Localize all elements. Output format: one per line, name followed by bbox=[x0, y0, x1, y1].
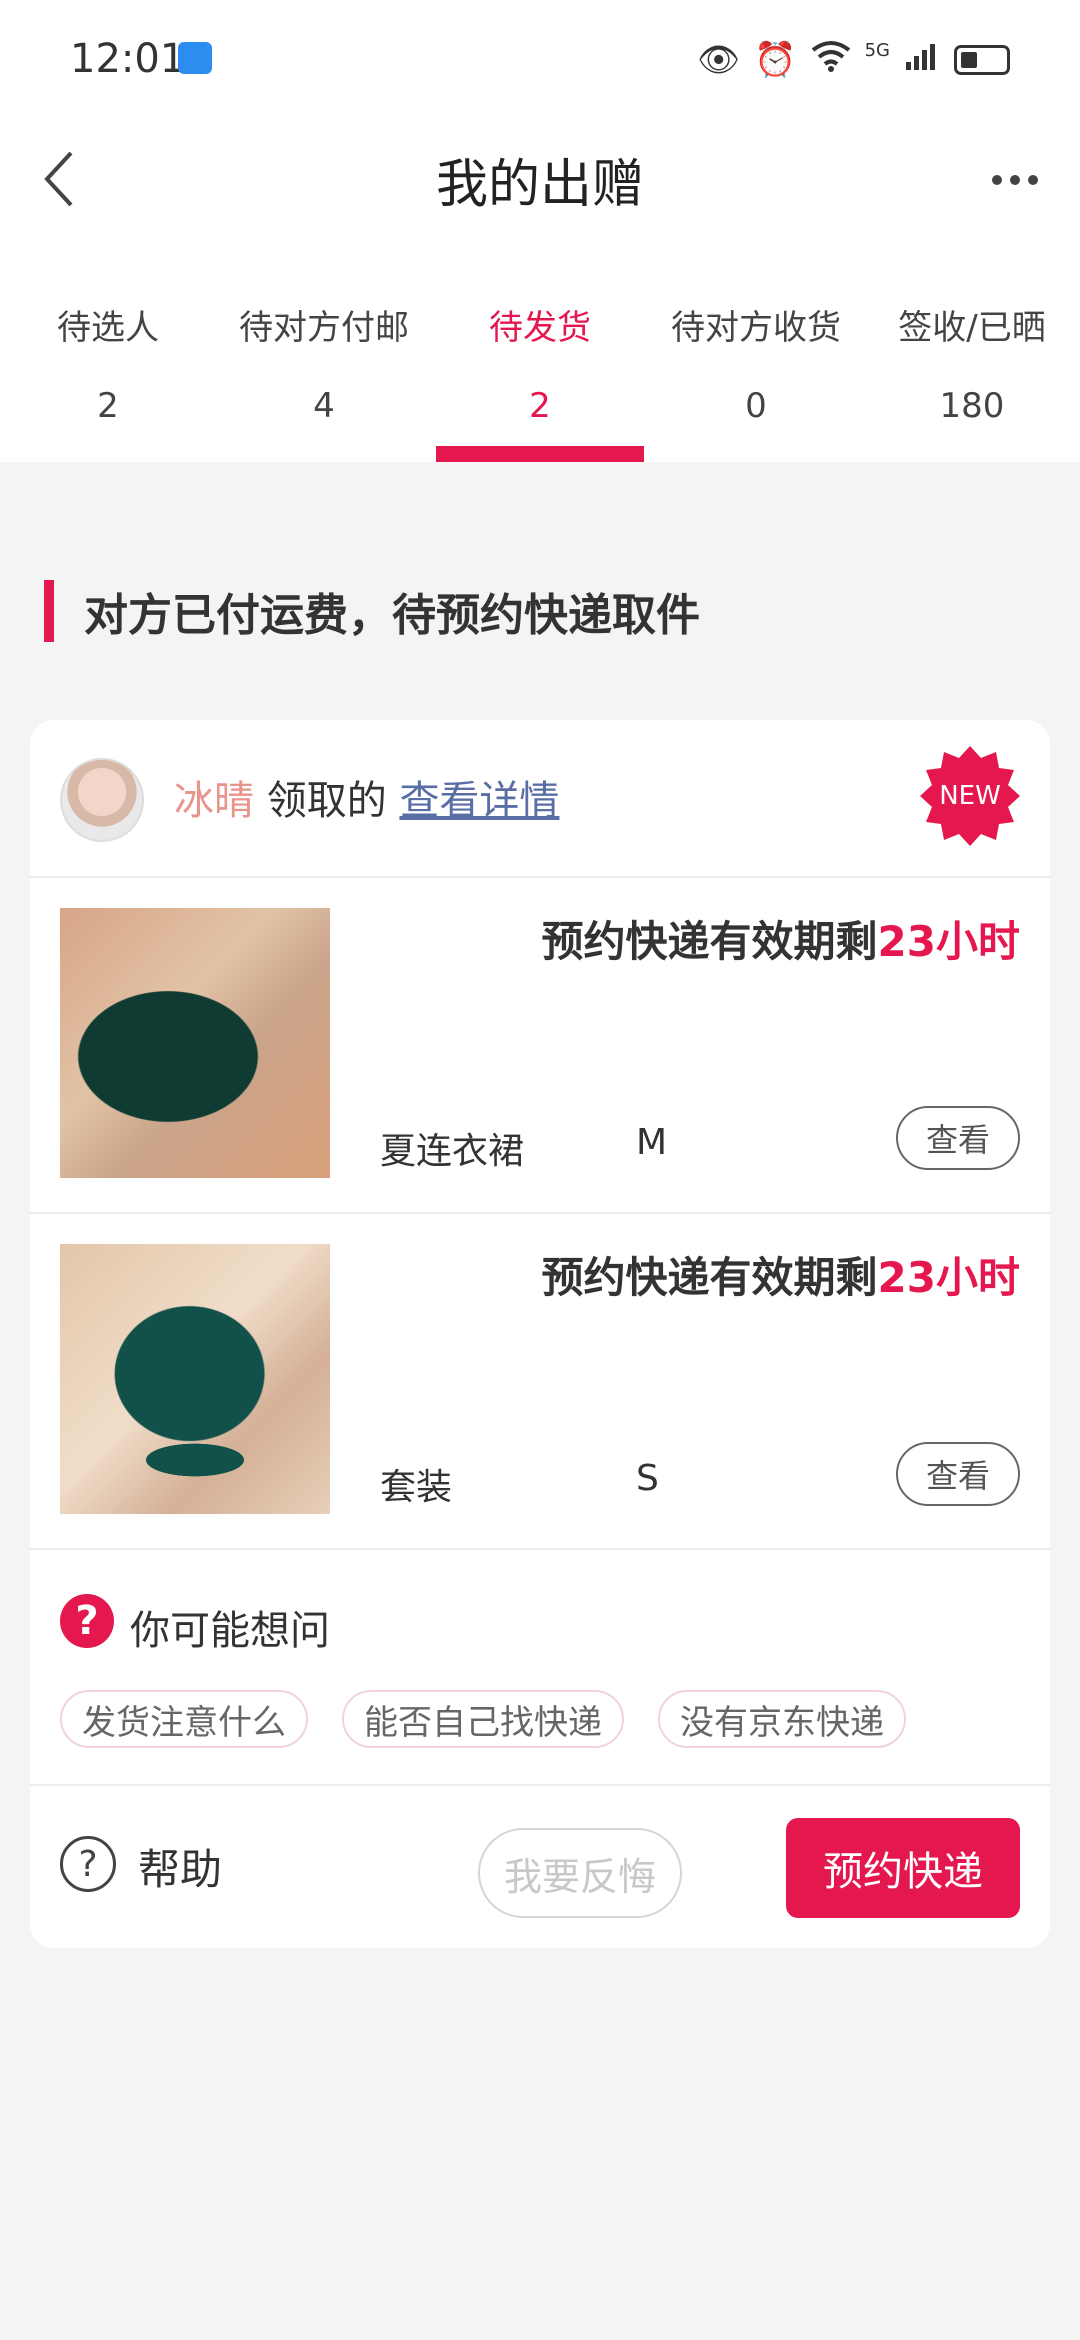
tab-pending-shipment[interactable]: 待发货 2 bbox=[432, 240, 648, 462]
new-badge: NEW bbox=[920, 746, 1020, 846]
booking-deadline: 预约快递有效期剩23小时 bbox=[542, 1244, 1020, 1305]
list-item: 预约快递有效期剩23小时 夏连衣裙 M 查看 bbox=[30, 878, 1050, 1214]
faq-section: ? 你可能想问 发货注意什么 能否自己找快递 没有京东快递 bbox=[30, 1550, 1050, 1786]
item-size: S bbox=[636, 1458, 659, 1499]
signal-icon bbox=[904, 40, 940, 81]
tab-count: 180 bbox=[939, 386, 1005, 426]
page-title: 我的出赠 bbox=[435, 155, 644, 215]
faq-chip[interactable]: 发货注意什么 bbox=[60, 1690, 308, 1748]
status-time: 12:01 bbox=[70, 36, 186, 82]
more-options-icon[interactable] bbox=[980, 150, 1050, 210]
tab-count: 0 bbox=[745, 386, 767, 426]
section-title: 对方已付运费，待预约快递取件 bbox=[84, 590, 700, 641]
tab-pending-select[interactable]: 待选人 2 bbox=[0, 240, 216, 462]
app-header: 我的出赠 bbox=[0, 120, 1080, 240]
view-button[interactable]: 查看 bbox=[896, 1442, 1020, 1506]
regret-button[interactable]: 我要反悔 bbox=[478, 1828, 682, 1918]
question-icon: ? bbox=[60, 1594, 114, 1648]
receiver-name[interactable]: 冰晴 bbox=[174, 778, 254, 824]
booking-deadline: 预约快递有效期剩23小时 bbox=[542, 908, 1020, 969]
receiver-suffix: 领取的 bbox=[254, 778, 400, 824]
status-tabs: 待选人 2 待对方付邮 4 待发货 2 待对方收货 0 签收/已晒 180 bbox=[0, 240, 1080, 462]
alarm-icon: ⏰ bbox=[754, 40, 797, 80]
faq-chip[interactable]: 没有京东快递 bbox=[658, 1690, 906, 1748]
tab-label: 待对方付邮 bbox=[239, 308, 409, 348]
tab-label: 待对方收货 bbox=[671, 308, 841, 348]
receiver-line: 冰晴 领取的 查看详情 bbox=[174, 768, 559, 826]
view-details-link[interactable]: 查看详情 bbox=[399, 778, 559, 824]
section-accent-bar bbox=[44, 580, 54, 642]
tab-count: 2 bbox=[529, 386, 551, 426]
status-icons: 👁 ⏰ 5G bbox=[697, 40, 1010, 80]
receiver-row: 冰晴 领取的 查看详情 NEW bbox=[30, 720, 1050, 878]
active-tab-indicator bbox=[436, 446, 644, 462]
item-size: M bbox=[636, 1122, 668, 1163]
tab-count: 4 bbox=[313, 386, 335, 426]
card-actions: ? 帮助 我要反悔 预约快递 bbox=[30, 1786, 1050, 1948]
app-notification-icon bbox=[178, 42, 212, 74]
tab-pending-postage[interactable]: 待对方付邮 4 bbox=[216, 240, 432, 462]
help-label[interactable]: 帮助 bbox=[138, 1836, 222, 1897]
section-heading: 对方已付运费，待预约快递取件 bbox=[44, 580, 700, 642]
faq-chip[interactable]: 能否自己找快递 bbox=[342, 1690, 624, 1748]
network-label: 5G bbox=[864, 40, 890, 61]
status-bar: 12:01 👁 ⏰ 5G bbox=[0, 0, 1080, 120]
item-name: 套装 bbox=[380, 1467, 453, 1508]
view-button[interactable]: 查看 bbox=[896, 1106, 1020, 1170]
list-item: 预约快递有效期剩23小时 套装 S 查看 bbox=[30, 1214, 1050, 1550]
deadline-prefix: 预约快递有效期剩 bbox=[541, 1253, 878, 1302]
deadline-value: 23小时 bbox=[877, 917, 1020, 966]
book-courier-button[interactable]: 预约快递 bbox=[786, 1818, 1020, 1918]
tab-label: 签收/已晒 bbox=[898, 308, 1046, 348]
tab-pending-receipt[interactable]: 待对方收货 0 bbox=[648, 240, 864, 462]
help-icon[interactable]: ? bbox=[60, 1836, 116, 1892]
tab-count: 2 bbox=[97, 386, 119, 426]
eye-icon: 👁 bbox=[697, 40, 741, 80]
item-name: 夏连衣裙 bbox=[380, 1131, 525, 1172]
faq-title: 你可能想问 bbox=[130, 1608, 330, 1654]
gift-card: 冰晴 领取的 查看详情 NEW 预约快递有效期剩23小时 夏连衣裙 M 查看 预… bbox=[30, 720, 1050, 1948]
battery-icon bbox=[954, 45, 1010, 75]
tab-label: 待发货 bbox=[489, 308, 591, 348]
wifi-icon bbox=[811, 40, 851, 81]
item-image[interactable] bbox=[60, 1244, 330, 1514]
deadline-prefix: 预约快递有效期剩 bbox=[541, 917, 878, 966]
avatar[interactable] bbox=[60, 758, 144, 842]
item-image[interactable] bbox=[60, 908, 330, 1178]
faq-chips: 发货注意什么 能否自己找快递 没有京东快递 bbox=[60, 1690, 906, 1748]
tab-label: 待选人 bbox=[57, 308, 159, 348]
tab-signed-shared[interactable]: 签收/已晒 180 bbox=[864, 240, 1080, 462]
deadline-value: 23小时 bbox=[877, 1253, 1020, 1302]
